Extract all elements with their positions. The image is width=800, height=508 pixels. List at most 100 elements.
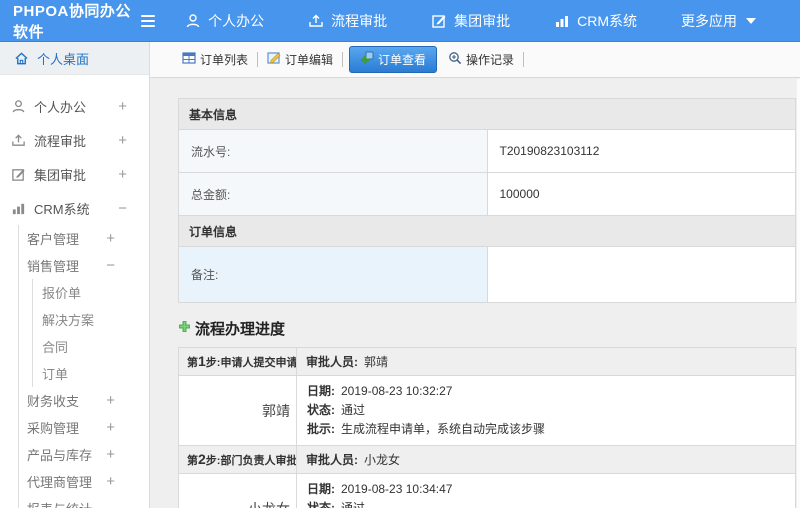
sidebar-item-reports-stats[interactable]: 报表与统计 [19,495,149,508]
sidebar-item-desktop[interactable]: 个人桌面 [0,42,149,75]
sidebar-crm-children: 客户管理 + 销售管理 − 报价单 解决方案 合同 订单 财务收支 + 采购管理… [18,225,149,508]
sidebar-item-contract[interactable]: 合同 [33,333,149,360]
sidebar-item-label: 订单 [42,367,69,382]
flow-icon [308,13,324,29]
sidebar-item-label: CRM系统 [34,201,90,217]
menu-toggle-icon[interactable] [140,12,156,30]
sidebar-item-finance[interactable]: 财务收支 + [19,387,149,414]
topnav-more-apps[interactable]: 更多应用 [681,11,756,31]
field-value: 100000 [486,172,796,216]
green-plus-icon [178,320,191,337]
field-label: 流水号: [178,129,488,173]
sidebar-item-label: 产品与库存 [27,448,93,463]
sidebar: 个人桌面 个人办公 + 流程审批 + 集团审批 + CRM系统 − 客户管理 +… [0,42,150,508]
step-name: 第1步:申请人提交申请 [178,347,297,376]
sidebar-sales-children: 报价单 解决方案 合同 订单 [32,279,149,387]
expand-plus-icon[interactable]: + [118,132,127,149]
tab-separator [523,52,525,67]
step-detail: 日期: 2019-08-23 10:32:27 状态: 通过 批示: 生成流程申请单，… [296,375,796,446]
expand-plus-icon[interactable]: + [106,230,115,247]
magnifier-icon [448,51,462,68]
sidebar-item-label: 流程审批 [34,133,87,149]
sidebar-item-agent-mgmt[interactable]: 代理商管理 + [19,468,149,495]
tab-order-view[interactable]: 订单查看 [349,46,438,73]
section-header-order-info: 订单信息 [178,215,796,247]
sidebar-item-order[interactable]: 订单 [33,360,149,387]
sidebar-item-label: 销售管理 [27,259,80,274]
edit-icon [11,167,26,182]
detail-date: 日期: 2019-08-23 10:32:27 [307,384,453,398]
expand-plus-icon[interactable]: + [106,473,115,490]
process-steps-table: 第1步:申请人提交申请 审批人员: 郭靖 郭靖 日期: 2019-08-23 10:… [178,347,796,508]
sidebar-item-label: 合同 [42,340,69,355]
step-detail-row: 小龙女 日期:2019-08-23 10:34:47 状态:通过 批示:通过 [178,473,796,508]
main-content: 基本信息 流水号: T20190823103112 总金额: 100000 订单… [150,79,800,508]
sidebar-item-customer-mgmt[interactable]: 客户管理 + [19,225,149,252]
step-detail: 日期:2019-08-23 10:34:47 状态:通过 批示:通过 [296,473,796,508]
tab-separator [342,52,344,67]
top-bar: PHPOA协同办公软件 个人办公 流程审批 集团审批 CRM系统 更多应用 [0,0,800,42]
process-title-text: 流程办理进度 [195,321,286,338]
sidebar-item-quotation[interactable]: 报价单 [33,279,149,306]
section-title: 订单信息 [178,215,796,247]
topnav-label: 个人办公 [208,12,265,29]
step-approver: 审批人员: 小龙女 [296,445,796,474]
tab-order-list[interactable]: 订单列表 [175,47,255,72]
detail-status: 状态: 通过 [307,403,366,417]
user-icon [11,99,26,114]
tab-label: 订单列表 [200,53,249,67]
field-label: 总金额: [178,172,488,216]
detail-remark: 批示: 生成流程申请单，系统自动完成该步骤 [307,422,546,436]
topnav-flow-approval[interactable]: 流程审批 [308,11,387,31]
tab-label: 订单查看 [378,53,427,67]
sidebar-item-purchase-mgmt[interactable]: 采购管理 + [19,414,149,441]
step-header-row: 第1步:申请人提交申请 审批人员: 郭靖 [178,347,796,376]
tab-operation-log[interactable]: 操作记录 [441,47,521,72]
section-title: 基本信息 [178,98,796,130]
edit-doc-icon [267,51,281,68]
approver-name: 郭靖 [178,375,297,446]
detail-date: 日期: 2019-08-23 10:34:47 [307,482,453,496]
sidebar-item-sales-mgmt[interactable]: 销售管理 − [19,252,149,279]
topnav-personal-office[interactable]: 个人办公 [185,11,264,31]
tab-label: 操作记录 [466,53,515,67]
sidebar-item-flow-approval[interactable]: 流程审批 + [0,123,149,157]
sidebar-item-group-approval[interactable]: 集团审批 + [0,157,149,191]
chart-icon [11,201,26,216]
expand-plus-icon[interactable]: + [106,419,115,436]
topnav-label: CRM系统 [577,12,637,29]
caret-down-icon [746,17,756,24]
table-icon [182,51,196,68]
sidebar-item-crm-system[interactable]: CRM系统 − [0,191,149,225]
top-nav: 个人办公 流程审批 集团审批 CRM系统 更多应用 [185,11,800,31]
sidebar-item-label: 客户管理 [27,232,80,247]
collapse-minus-icon[interactable]: − [118,200,127,217]
sidebar-item-solution[interactable]: 解决方案 [33,306,149,333]
collapse-minus-icon[interactable]: − [106,257,115,274]
expand-plus-icon[interactable]: + [118,98,127,115]
sidebar-item-personal-office[interactable]: 个人办公 + [0,89,149,123]
sidebar-item-label: 采购管理 [27,421,80,436]
tab-separator [257,52,259,67]
topnav-crm-system[interactable]: CRM系统 [554,11,637,31]
field-label: 备注: [178,246,488,303]
sidebar-item-label: 报价单 [42,286,82,301]
order-info-table: 基本信息 流水号: T20190823103112 总金额: 100000 订单… [178,98,796,303]
sidebar-item-product-inventory[interactable]: 产品与库存 + [19,441,149,468]
topnav-group-approval[interactable]: 集团审批 [431,11,510,31]
sidebar-item-label: 个人办公 [34,99,87,115]
expand-plus-icon[interactable]: + [106,446,115,463]
table-row: 流水号: T20190823103112 [178,129,796,173]
edit-icon [431,13,447,29]
app-window: PHPOA协同办公软件 个人办公 流程审批 集团审批 CRM系统 更多应用 个人… [0,0,800,508]
expand-plus-icon[interactable]: + [106,392,115,409]
tab-label: 订单编辑 [285,53,334,67]
field-value: T20190823103112 [486,129,796,173]
expand-plus-icon[interactable]: + [118,166,127,183]
app-title: PHPOA协同办公软件 [13,2,131,41]
step-detail-row: 郭靖 日期: 2019-08-23 10:32:27 状态: 通过 批示: 生成流程申… [178,375,796,446]
step-approver: 审批人员: 郭靖 [296,347,796,376]
tab-order-edit[interactable]: 订单编辑 [260,47,340,72]
section-header-basic-info: 基本信息 [178,98,796,130]
chart-icon [554,13,570,29]
